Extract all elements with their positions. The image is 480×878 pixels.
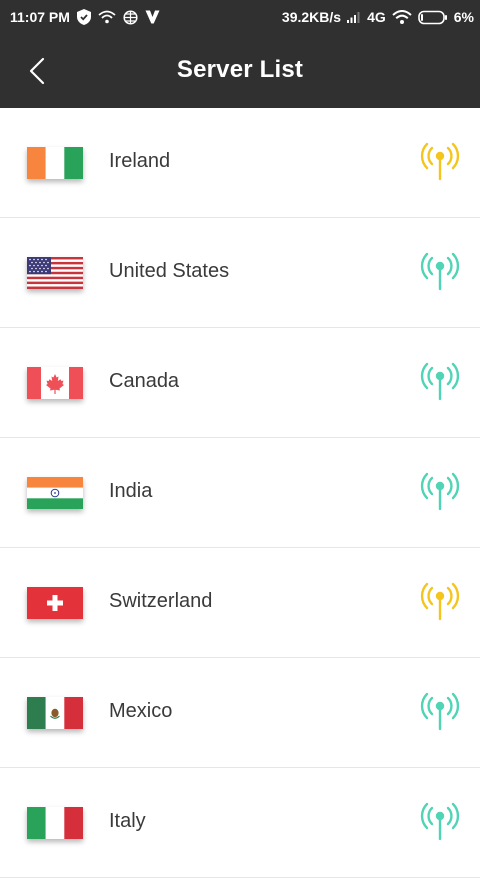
mexico-flag-icon	[27, 697, 83, 729]
signal-medium-icon	[418, 141, 462, 181]
signal-strong-icon	[418, 471, 462, 511]
list-item[interactable]: Ireland	[0, 108, 480, 218]
ireland-flag-icon	[27, 147, 83, 179]
server-name: Ireland	[109, 150, 171, 172]
battery-level: 6%	[453, 9, 474, 25]
list-item[interactable]: Canada	[0, 328, 480, 438]
list-item[interactable]: India	[0, 438, 480, 548]
italy-flag-icon	[27, 807, 83, 839]
status-time: 11:07 PM	[10, 9, 70, 25]
us-flag-icon	[27, 257, 83, 289]
network-speed: 39.2KB/s	[281, 9, 342, 25]
signal-strong-icon	[418, 361, 462, 401]
network-type: 4G	[367, 9, 386, 25]
server-name: United States	[109, 260, 230, 282]
page-title: Server List	[176, 56, 304, 83]
server-name: Italy	[109, 810, 146, 832]
list-item[interactable]: Switzerland	[0, 548, 480, 658]
battery-icon	[417, 10, 448, 25]
server-name: Canada	[109, 370, 180, 392]
app-bar: Server List	[0, 34, 480, 108]
cell-signal-icon	[347, 11, 361, 23]
server-name: Mexico	[109, 700, 173, 722]
wifi-icon	[392, 9, 412, 25]
list-item[interactable]: Mexico	[0, 658, 480, 768]
list-item[interactable]: United States	[0, 218, 480, 328]
status-bar: 11:07 PM 39.2KB/s 4G 6%	[0, 0, 480, 34]
server-name: Switzerland	[109, 590, 213, 612]
canada-flag-icon	[27, 367, 83, 399]
wifi-calling-icon	[98, 10, 116, 24]
vpn-v-icon	[145, 10, 160, 24]
signal-strong-icon	[418, 251, 462, 291]
signal-strong-icon	[418, 801, 462, 841]
globe-icon	[123, 9, 138, 25]
list-item[interactable]: Italy	[0, 768, 480, 878]
switzerland-flag-icon	[27, 587, 83, 619]
signal-strong-icon	[418, 691, 462, 731]
shield-icon	[76, 9, 91, 25]
server-list: Ireland United States Canada India Switz…	[0, 108, 480, 878]
signal-medium-icon	[418, 581, 462, 621]
server-name: India	[109, 480, 153, 502]
india-flag-icon	[27, 477, 83, 509]
